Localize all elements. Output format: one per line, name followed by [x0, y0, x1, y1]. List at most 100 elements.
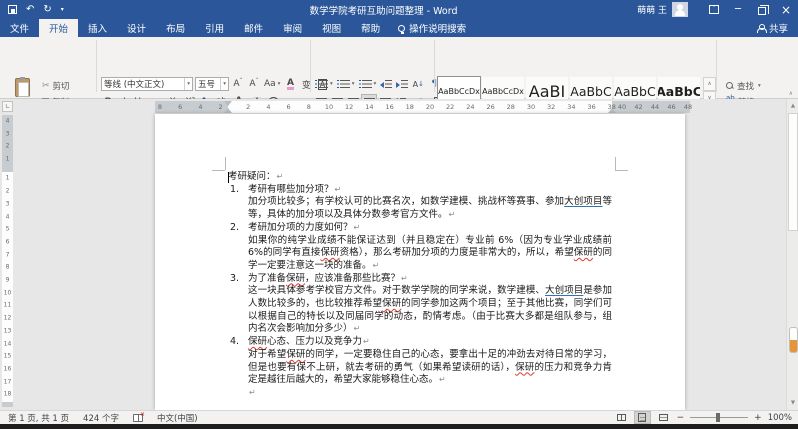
font-size-dropdown-arrow[interactable]: ▾ — [220, 78, 226, 90]
redo-button[interactable]: ↻ — [43, 5, 51, 15]
ruler-number: 46 — [667, 103, 675, 111]
tab-开始[interactable]: 开始 — [39, 19, 78, 37]
zoom-in-button[interactable]: + — [754, 413, 762, 423]
tab-插入[interactable]: 插入 — [78, 19, 117, 37]
tell-me-box[interactable]: 操作说明搜索 — [390, 19, 474, 37]
user-avatar[interactable] — [672, 2, 688, 17]
vertical-scrollbar[interactable]: ▲ ▼ — [786, 99, 798, 410]
undo-button[interactable]: ↶ — [26, 5, 34, 15]
proofing-errors-icon[interactable] — [133, 414, 143, 422]
horizontal-ruler[interactable]: 8642246810121416182022242628303234363840… — [155, 101, 690, 113]
document-page[interactable]: 考研疑问：↵1.考研有哪些加分项？↵加分项比较多；有学校认可的比赛名次，如数学建… — [155, 114, 685, 410]
first-line-indent-marker[interactable] — [224, 101, 232, 106]
share-button[interactable]: 共享 — [757, 19, 788, 37]
ruler-number: 4 — [198, 103, 202, 111]
change-case-button[interactable]: Aa▾ — [263, 77, 281, 91]
font-size-value: 五号 — [198, 78, 219, 90]
scroll-down-arrow[interactable]: ▼ — [787, 397, 798, 409]
clear-formatting-button[interactable]: A — [283, 77, 297, 91]
find-button[interactable]: 查找 ▾ — [726, 78, 761, 93]
quick-access-toolbar: ↶ ↻ ▾ — [0, 5, 130, 15]
ruler-number: 8 — [158, 103, 162, 111]
word-count[interactable]: 424 个字 — [83, 412, 119, 424]
tab-selector-box[interactable]: ∟ — [2, 101, 13, 112]
paragraph-mark: ↵ — [363, 337, 370, 346]
font-size-combo[interactable]: 五号 ▾ — [195, 77, 229, 91]
ribbon-display-options-button[interactable]: ˆ — [702, 0, 726, 19]
ruler-number: 2 — [2, 143, 13, 150]
ruler-number: 28 — [507, 103, 515, 111]
font-name-value: 等线 (中文正文) — [104, 78, 183, 90]
ruler-number: 32 — [547, 103, 555, 111]
ruler-number: 15 — [2, 353, 13, 360]
paragraph-mark: ↵ — [354, 324, 361, 333]
paragraph: 对于希望保研的同学，一定要稳住自己的心态，要拿出十足的冲劲去对待日常的学习，但是… — [228, 349, 612, 387]
numbering-button[interactable]: ▾ — [336, 77, 356, 91]
paragraph: 如果你的纯学业成绩不能保证达到（并且稳定在）专业前 6%（因为专业学业成绩前 6… — [228, 235, 612, 273]
status-bar: 第 1 页, 共 1 页 424 个字 中文(中国) − + 100% — [0, 410, 798, 424]
restore-button[interactable] — [750, 0, 774, 19]
multilevel-list-button[interactable]: ▾ — [358, 77, 378, 91]
ribbon-tab-bar: 文件 开始插入设计布局引用邮件审阅视图帮助 操作说明搜索 共享 — [0, 19, 798, 37]
grow-font-button[interactable]: Aˆ — [231, 77, 245, 91]
font-name-combo[interactable]: 等线 (中文正文) ▾ — [101, 77, 193, 91]
ruler-number: 22 — [446, 103, 454, 111]
sort-button[interactable]: A↓ — [411, 77, 425, 91]
language-indicator[interactable]: 中文(中国) — [157, 412, 198, 424]
collapse-ribbon-button[interactable]: ∧ — [789, 90, 793, 97]
tabs: 开始插入设计布局引用邮件审阅视图帮助 — [39, 19, 390, 37]
ruler-number: 1 — [2, 156, 13, 163]
minimize-button[interactable]: ─ — [726, 0, 750, 19]
tab-帮助[interactable]: 帮助 — [351, 19, 390, 37]
resume-reading-bookmark-icon[interactable] — [789, 327, 798, 353]
zoom-level[interactable]: 100% — [768, 413, 792, 423]
right-indent-marker[interactable] — [608, 108, 616, 113]
zoom-slider[interactable] — [690, 417, 748, 418]
web-layout-button[interactable] — [656, 412, 671, 423]
print-layout-button[interactable] — [635, 412, 650, 423]
scrollbar-thumb[interactable] — [788, 113, 798, 231]
styles-scroll-up-button[interactable]: ∧ — [703, 77, 716, 91]
save-icon[interactable] — [8, 5, 17, 14]
user-name: 萌萌 王 — [637, 3, 667, 16]
text-boundary-mark-top-right — [615, 170, 628, 171]
ruler-number: 48 — [684, 103, 692, 111]
document-text[interactable]: 考研疑问：↵1.考研有哪些加分项？↵加分项比较多；有学校认可的比赛名次，如数学建… — [228, 171, 612, 400]
grammar-flag-text: 大创项目 — [545, 285, 583, 296]
shrink-font-button[interactable]: Aˇ — [247, 77, 261, 91]
status-bar-right: − + 100% — [614, 411, 792, 424]
paragraph: 考研疑问：↵ — [228, 171, 612, 184]
scroll-up-arrow[interactable]: ▲ — [787, 100, 798, 112]
tab-引用[interactable]: 引用 — [195, 19, 234, 37]
ruler-number: 2 — [246, 103, 250, 111]
paragraph-mark: ↵ — [449, 210, 456, 219]
font-name-dropdown-arrow[interactable]: ▾ — [184, 78, 190, 90]
ruler-number: 10 — [325, 103, 333, 111]
close-button[interactable]: × — [774, 0, 798, 19]
ruler-number: 2 — [219, 103, 223, 111]
vertical-ruler[interactable]: 4321123456789101112131415161718 — [2, 115, 13, 407]
cut-button[interactable]: ✂ 剪切 — [42, 78, 70, 93]
paragraph-mark: ↵ — [354, 223, 361, 232]
zoom-out-button[interactable]: − — [677, 413, 685, 423]
read-mode-button[interactable] — [614, 412, 629, 423]
bullets-button[interactable]: ▾ — [314, 77, 334, 91]
paragraph-mark: ↵ — [249, 388, 256, 397]
tab-邮件[interactable]: 邮件 — [234, 19, 273, 37]
ruler-number: 8 — [307, 103, 311, 111]
zoom-slider-handle[interactable] — [716, 413, 720, 422]
ruler-number: 12 — [2, 315, 13, 322]
increase-indent-button[interactable] — [395, 77, 409, 91]
hanging-indent-marker[interactable] — [224, 108, 232, 113]
ruler-number: 26 — [486, 103, 494, 111]
tab-设计[interactable]: 设计 — [117, 19, 156, 37]
tab-file[interactable]: 文件 — [0, 19, 39, 37]
page-indicator[interactable]: 第 1 页, 共 1 页 — [8, 412, 69, 424]
tab-视图[interactable]: 视图 — [312, 19, 351, 37]
decrease-indent-button[interactable] — [379, 77, 393, 91]
paragraph: ↵ — [228, 387, 612, 400]
paragraph: 加分项比较多；有学校认可的比赛名次，如数学建模、挑战杯等赛事、参加大创项目等等，… — [228, 196, 612, 221]
tab-布局[interactable]: 布局 — [156, 19, 195, 37]
customize-qat-button[interactable]: ▾ — [61, 5, 64, 15]
tab-审阅[interactable]: 审阅 — [273, 19, 312, 37]
